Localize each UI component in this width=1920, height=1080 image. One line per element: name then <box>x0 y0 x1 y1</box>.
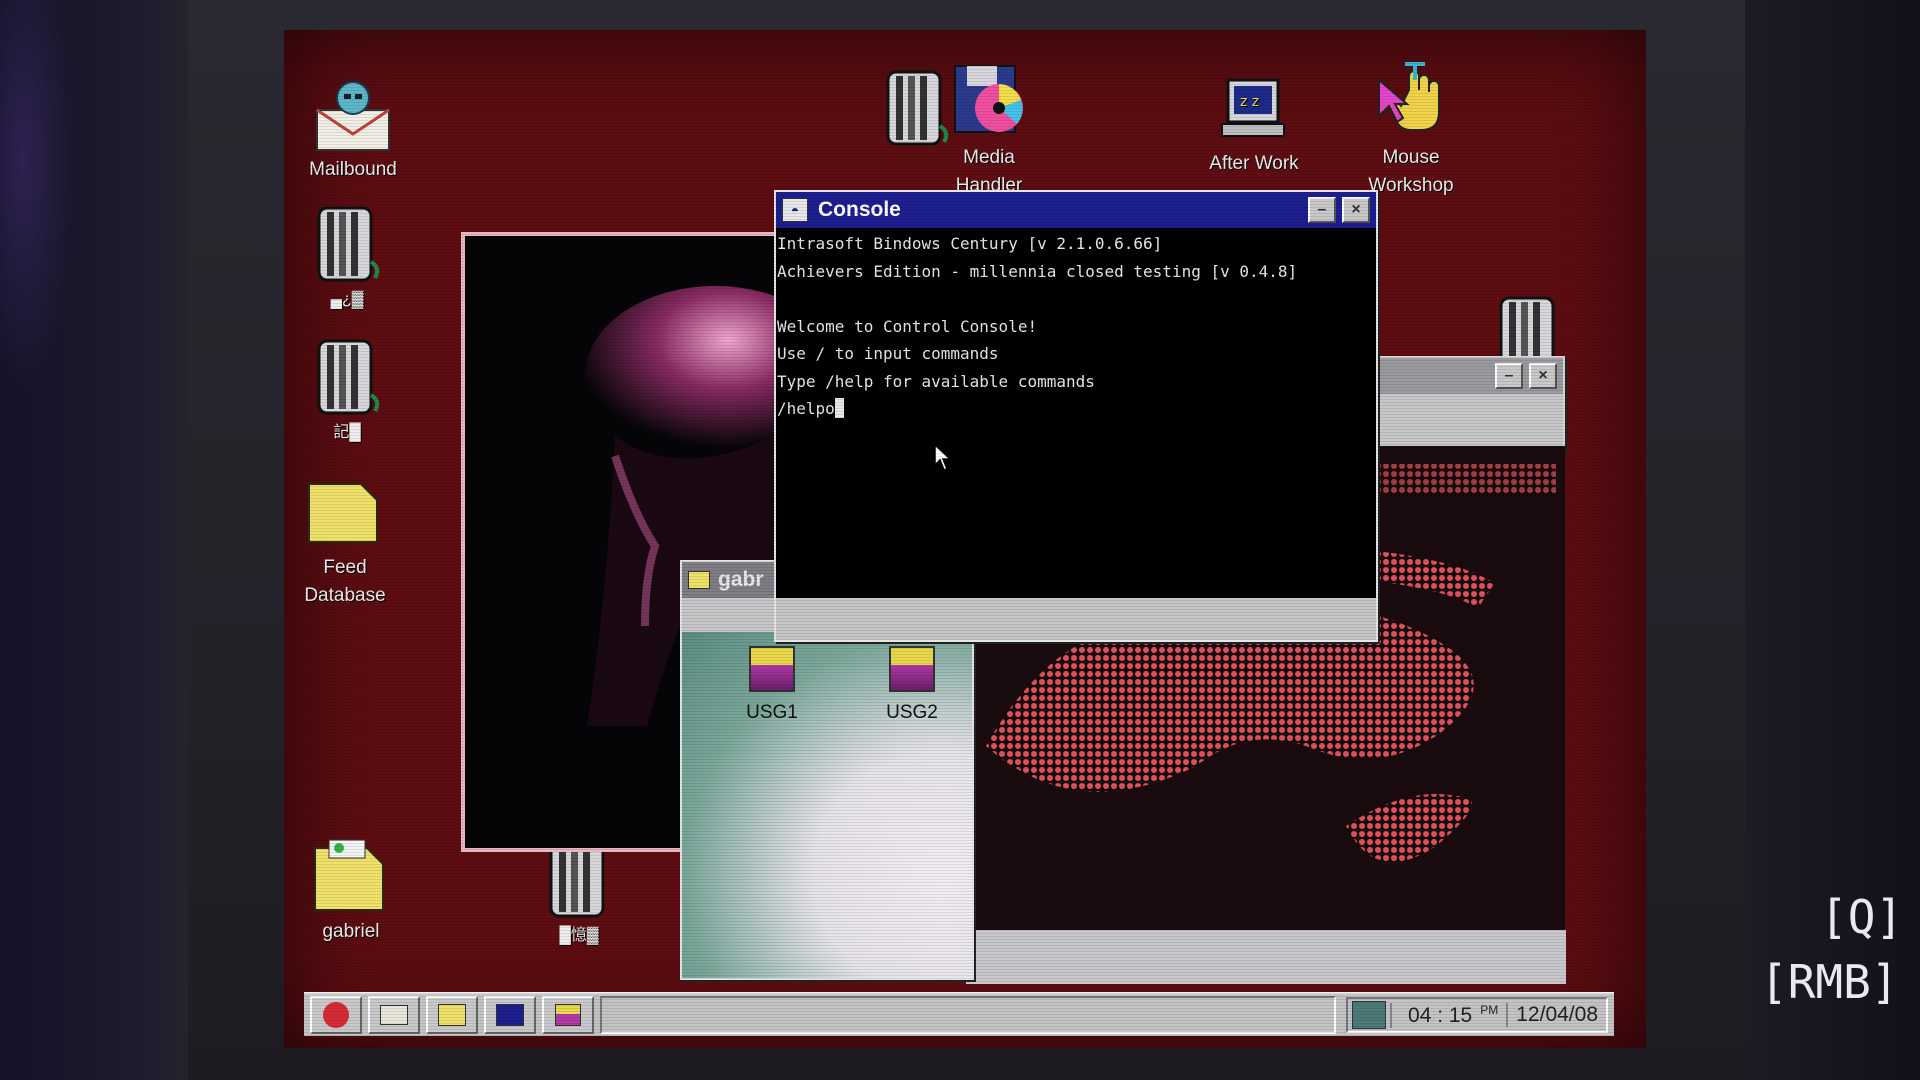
icon-label: Mailbound <box>309 159 397 180</box>
console-line: Welcome to Control Console! <box>777 316 1038 336</box>
hint-rmb: [RMB] <box>1760 955 1899 1009</box>
mail-envelope-icon <box>311 72 395 156</box>
icon-label: gabriel <box>322 921 380 942</box>
taskbar-window-area <box>600 996 1337 1034</box>
file-label: USG1 <box>746 702 798 723</box>
folder-document-icon <box>309 834 393 918</box>
console-window[interactable]: ◓ Console – × Intrasoft Bindows Century … <box>774 190 1378 642</box>
file-item[interactable]: USG1 <box>732 646 812 724</box>
console-titlebar[interactable]: ◓ Console – × <box>776 192 1376 228</box>
mail-icon <box>380 1005 408 1025</box>
console-title: Console <box>818 198 901 221</box>
left-wall <box>0 0 190 1080</box>
console-input[interactable]: /helpo <box>777 399 835 418</box>
desktop-icon-mailbound[interactable]: Mailbound <box>288 72 418 184</box>
console-output[interactable]: Intrasoft Bindows Century [v 2.1.0.6.66]… <box>776 228 1376 598</box>
taskbar-console-button[interactable] <box>484 996 536 1034</box>
folder-content: USG1 USG2 <box>682 632 972 978</box>
text-cursor <box>834 398 844 418</box>
icon-label: After Work <box>1209 153 1299 174</box>
svg-text:z z: z z <box>1240 94 1259 110</box>
desktop-icon-media-handler[interactable]: Media Handler <box>924 60 1054 200</box>
folder-icon <box>688 571 710 589</box>
console-input-line[interactable]: /helpo <box>777 395 1375 423</box>
clock-ampm: PM <box>1480 1002 1499 1017</box>
console-line: Type /help for available commands <box>777 371 1095 391</box>
taskbar-folder-button[interactable] <box>426 996 478 1034</box>
desktop-icon-mouse-workshop[interactable]: Mouse Workshop <box>1346 60 1476 200</box>
binder-icon <box>305 202 389 286</box>
console-line: Use / to input commands <box>777 344 999 363</box>
sleeping-computer-icon: z z <box>1212 66 1296 150</box>
taskbar-mail-button[interactable] <box>368 996 420 1034</box>
desktop-icon-after-work[interactable]: z z After Work <box>1189 66 1319 178</box>
image-viewer-window[interactable]: – × <box>1372 356 1565 456</box>
hint-q: [Q] <box>1820 890 1904 944</box>
folder-window-title: gabr <box>718 568 764 591</box>
folder-icon <box>438 1004 466 1026</box>
clock[interactable]: 04 : 15 PM <box>1390 1002 1506 1028</box>
desktop-icon-binder-3[interactable]: █憶▓ <box>514 838 644 950</box>
icon-label: ▄¿▓ <box>330 291 364 308</box>
console-line: Achievers Edition - millennia closed tes… <box>777 261 1298 281</box>
desktop-icon-binder-2[interactable]: 記█ <box>284 335 412 447</box>
icon-label: Feed Database <box>304 557 386 606</box>
icon-label: █憶▓ <box>559 927 599 944</box>
mouse-pointer-icon <box>934 444 952 471</box>
icon-label: 記█ <box>333 424 361 441</box>
date[interactable]: 12/04/08 <box>1506 1003 1606 1027</box>
crt-screen: Mailbound ▄¿▓ 記█ Feed Database gabriel █… <box>284 30 1646 1048</box>
file-label: USG2 <box>886 702 938 723</box>
folder-icon <box>303 470 387 554</box>
image-icon <box>555 1004 581 1026</box>
console-line: Intrasoft Bindows Century [v 2.1.0.6.66] <box>777 234 1163 253</box>
system-tray: 04 : 15 PM 12/04/08 <box>1346 997 1608 1033</box>
console-app-icon: ◓ <box>782 198 808 222</box>
clock-time: 04 : 15 <box>1408 1003 1473 1027</box>
minimize-button[interactable]: – <box>1495 363 1523 389</box>
close-button[interactable]: × <box>1342 197 1370 223</box>
room-background: Mailbound ▄¿▓ 記█ Feed Database gabriel █… <box>0 0 1920 1080</box>
start-button[interactable] <box>310 996 362 1034</box>
desktop-icon-binder-1[interactable]: ▄¿▓ <box>284 202 412 314</box>
image-footer-strip <box>966 930 1566 984</box>
file-item[interactable]: USG2 <box>872 646 952 724</box>
console-icon <box>496 1004 524 1026</box>
close-button[interactable]: × <box>1529 363 1557 389</box>
binder-icon <box>305 335 389 419</box>
network-icon[interactable] <box>1352 1001 1387 1029</box>
minimize-button[interactable]: – <box>1308 197 1336 223</box>
hand-cursor-icon <box>1369 60 1453 144</box>
image-viewer-titlebar[interactable]: – × <box>1374 358 1563 394</box>
image-file-icon <box>749 646 795 692</box>
taskbar: 04 : 15 PM 12/04/08 <box>304 992 1614 1036</box>
desktop-icon-feed-database[interactable]: Feed Database <box>284 470 410 610</box>
desktop-icon-gabriel[interactable]: gabriel <box>286 834 416 946</box>
media-disk-icon <box>947 60 1031 144</box>
image-file-icon <box>889 646 935 692</box>
start-logo-icon <box>323 1002 349 1028</box>
wall-glow <box>0 0 75 400</box>
taskbar-image-button[interactable] <box>542 996 594 1034</box>
